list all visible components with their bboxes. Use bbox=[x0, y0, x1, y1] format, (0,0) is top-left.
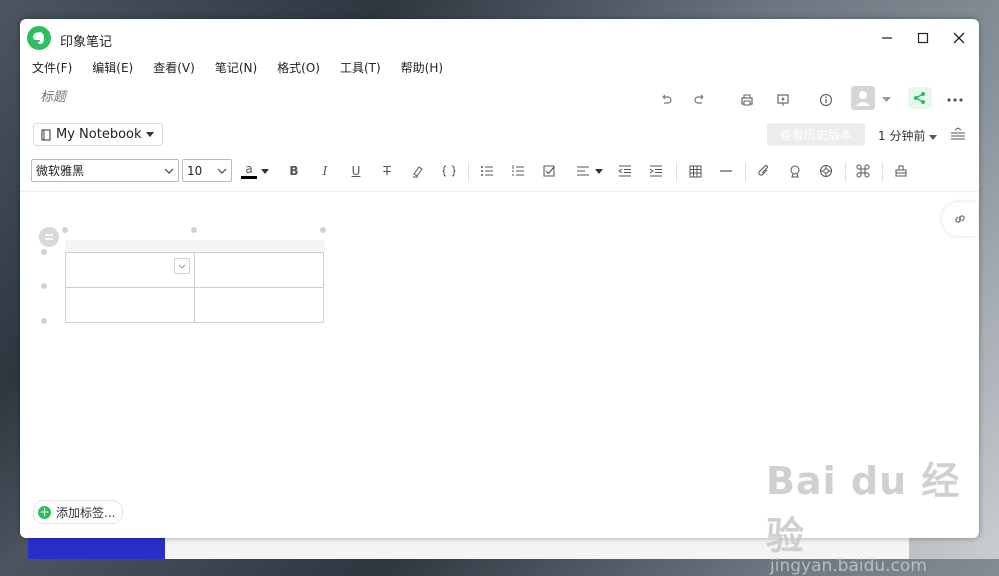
note-title-input[interactable] bbox=[38, 89, 442, 106]
note-table bbox=[65, 252, 324, 323]
share-dropdown-arrow-icon[interactable] bbox=[879, 90, 893, 110]
table-row bbox=[65, 252, 324, 288]
redo-icon[interactable] bbox=[690, 90, 710, 110]
strikethrough-icon[interactable]: T bbox=[377, 162, 397, 180]
table-cell[interactable] bbox=[65, 252, 195, 288]
outdent-icon[interactable] bbox=[615, 162, 635, 180]
present-icon[interactable] bbox=[773, 90, 793, 110]
menu-edit[interactable]: 编辑(E) bbox=[80, 57, 141, 79]
font-color-dropdown-icon[interactable] bbox=[259, 162, 271, 180]
add-tag-label: 添加标签... bbox=[56, 505, 116, 520]
chevron-down-icon bbox=[929, 135, 938, 140]
more-options-icon[interactable] bbox=[945, 90, 965, 110]
menu-tools[interactable]: 工具(T) bbox=[328, 57, 389, 79]
underline-icon[interactable]: U bbox=[346, 162, 366, 180]
horizontal-rule-icon[interactable] bbox=[716, 162, 736, 180]
toolbar-separator bbox=[845, 162, 846, 182]
cell-options-chevron-icon[interactable] bbox=[174, 258, 190, 274]
table-icon[interactable] bbox=[685, 162, 705, 180]
evernote-logo-icon bbox=[27, 26, 51, 50]
maximize-button[interactable] bbox=[912, 27, 934, 49]
align-icon[interactable] bbox=[573, 162, 593, 180]
code-block-icon[interactable] bbox=[439, 162, 459, 180]
notebook-dropdown-icon bbox=[145, 132, 154, 137]
modified-time-label: 1 分钟前 bbox=[878, 129, 926, 143]
italic-icon[interactable]: I bbox=[315, 162, 335, 180]
close-button[interactable] bbox=[948, 27, 970, 49]
menu-help[interactable]: 帮助(H) bbox=[389, 57, 451, 79]
camera-icon[interactable] bbox=[816, 162, 836, 180]
toolbar-separator bbox=[468, 162, 469, 182]
highlighter-icon[interactable] bbox=[408, 162, 428, 180]
command-icon[interactable] bbox=[853, 162, 873, 180]
watermark-url-text: jingyan.baidu.com bbox=[770, 556, 927, 576]
menu-file[interactable]: 文件(F) bbox=[20, 57, 80, 79]
record-audio-icon[interactable] bbox=[785, 162, 805, 180]
watermark-main-text: Bai du 经验 bbox=[766, 459, 961, 558]
table-row bbox=[65, 287, 324, 323]
modified-time-dropdown[interactable]: 1 分钟前 bbox=[878, 127, 938, 144]
bullet-list-icon[interactable] bbox=[477, 162, 497, 180]
table-cell[interactable] bbox=[194, 287, 324, 323]
print-icon[interactable] bbox=[737, 90, 757, 110]
attachment-icon[interactable] bbox=[754, 162, 774, 180]
table-row-handle[interactable] bbox=[41, 283, 47, 289]
notebook-icon bbox=[41, 128, 51, 141]
chevron-down-icon bbox=[217, 168, 227, 174]
baidu-watermark: Bai du 经验 jingyan.baidu.com bbox=[766, 450, 999, 576]
table-column-handle[interactable] bbox=[191, 227, 197, 233]
font-size-select[interactable]: 10 bbox=[182, 159, 232, 182]
share-icon bbox=[914, 92, 925, 104]
align-dropdown-icon[interactable] bbox=[593, 162, 605, 180]
note-title-row bbox=[20, 85, 979, 113]
toolbar-separator bbox=[882, 162, 883, 182]
format-toolbar: 微软雅黑 10 a B I U T bbox=[20, 159, 979, 192]
font-color-glyph: a bbox=[245, 162, 253, 176]
toolbar-separator bbox=[676, 162, 677, 182]
table-select-all-handle[interactable] bbox=[39, 227, 59, 247]
table-column-handle[interactable] bbox=[320, 227, 326, 233]
window-title: 印象笔记 bbox=[60, 35, 113, 50]
format-painter-icon[interactable] bbox=[891, 162, 911, 180]
info-icon[interactable] bbox=[816, 90, 836, 110]
menu-bar: 文件(F) 编辑(E) 查看(V) 笔记(N) 格式(O) 工具(T) 帮助(H… bbox=[20, 57, 451, 79]
chevron-down-icon bbox=[164, 168, 174, 174]
table-column-header[interactable] bbox=[65, 240, 325, 252]
minimize-button[interactable] bbox=[876, 27, 898, 49]
table-row-handle[interactable] bbox=[41, 249, 47, 255]
notebook-row: My Notebook 查看历史版本 1 分钟前 bbox=[20, 120, 979, 148]
add-tag-button[interactable]: + 添加标签... bbox=[33, 500, 124, 524]
note-link-button[interactable] bbox=[942, 202, 978, 236]
link-icon bbox=[955, 215, 965, 223]
bold-icon[interactable]: B bbox=[284, 162, 304, 180]
menu-view[interactable]: 查看(V) bbox=[141, 57, 203, 79]
indent-icon[interactable] bbox=[646, 162, 666, 180]
checklist-icon[interactable] bbox=[539, 162, 559, 180]
menu-note[interactable]: 笔记(N) bbox=[203, 57, 265, 79]
avatar[interactable] bbox=[851, 86, 875, 110]
font-color-button[interactable]: a bbox=[239, 162, 259, 180]
share-button[interactable] bbox=[908, 87, 932, 109]
font-size-value: 10 bbox=[187, 164, 203, 178]
table-row-handle[interactable] bbox=[41, 318, 47, 324]
plus-icon: + bbox=[38, 504, 51, 519]
table-cell[interactable] bbox=[65, 287, 195, 323]
outline-toggle-icon[interactable] bbox=[948, 124, 968, 144]
font-family-select[interactable]: 微软雅黑 bbox=[31, 159, 179, 182]
menu-format[interactable]: 格式(O) bbox=[265, 57, 328, 79]
numbered-list-icon[interactable] bbox=[508, 162, 528, 180]
table-column-handle[interactable] bbox=[62, 227, 68, 233]
title-bar: 印象笔记 bbox=[20, 19, 979, 57]
font-family-value: 微软雅黑 bbox=[36, 164, 85, 178]
notebook-name: My Notebook bbox=[56, 127, 142, 142]
notebook-selector[interactable]: My Notebook bbox=[33, 123, 163, 146]
background-taskbar-left bbox=[28, 535, 165, 559]
toolbar-separator bbox=[745, 162, 746, 182]
table-cell[interactable] bbox=[194, 252, 324, 288]
undo-icon[interactable] bbox=[656, 90, 676, 110]
view-history-button[interactable]: 查看历史版本 bbox=[767, 123, 865, 146]
